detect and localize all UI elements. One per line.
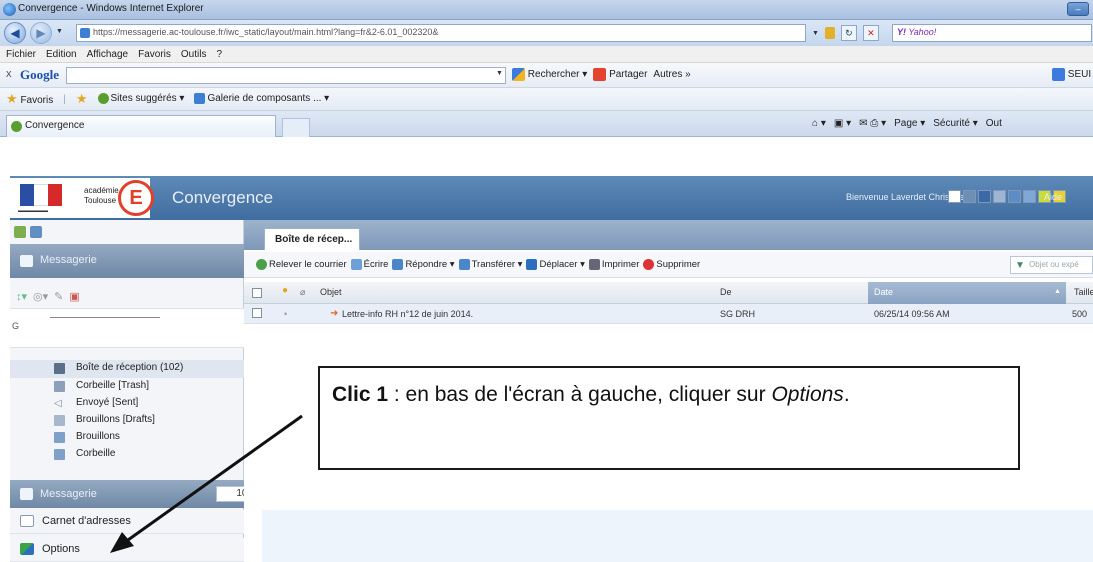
- callout-arrow: [110, 414, 303, 553]
